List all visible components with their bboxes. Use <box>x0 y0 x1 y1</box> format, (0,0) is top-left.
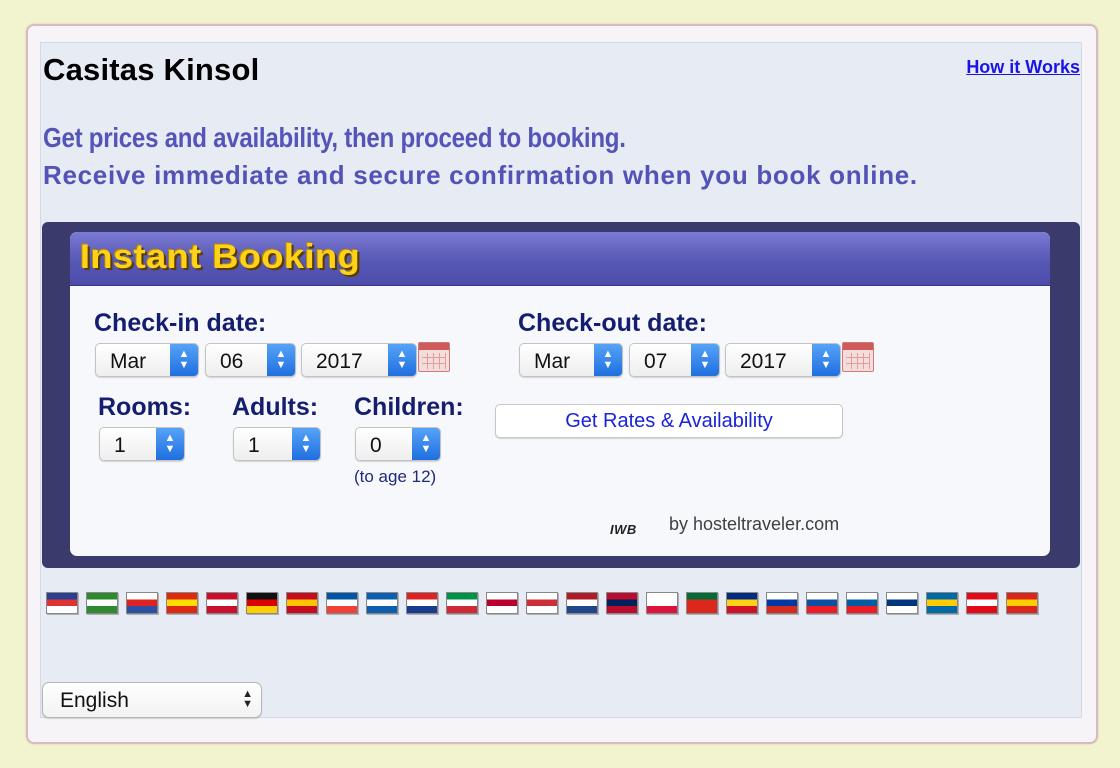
adults-label: Adults: <box>232 393 319 421</box>
byline-hosteltraveler: by hosteltraveler.com <box>669 514 840 534</box>
portugal-flag[interactable] <box>686 592 718 614</box>
spain-flag[interactable] <box>286 592 318 614</box>
children-value: 0 <box>370 434 382 457</box>
france-flag[interactable] <box>326 592 358 614</box>
headline-prices: Get prices and availability, then procee… <box>43 122 626 153</box>
rooms-value: 1 <box>114 434 126 457</box>
children-label: Children: <box>354 393 464 421</box>
chevron-updown-icon: ▲ ▼ <box>267 344 295 376</box>
checkin-year-select[interactable]: 2017 ▲ ▼ <box>301 343 417 377</box>
booking-widget-inner: Instant Booking <box>70 232 1050 556</box>
denmark-flag[interactable] <box>206 592 238 614</box>
checkin-day-select[interactable]: 06 ▲ ▼ <box>205 343 296 377</box>
chevron-updown-icon: ▲ ▼ <box>812 344 840 376</box>
chevron-updown-icon: ▲ ▼ <box>170 344 198 376</box>
iwb-logo: IWB <box>610 522 637 537</box>
chevron-updown-icon: ▲ ▼ <box>691 344 719 376</box>
adults-select[interactable]: 1 ▲ ▼ <box>233 427 321 461</box>
chevron-updown-icon: ▲ ▼ <box>388 344 416 376</box>
uk-flag[interactable] <box>46 592 78 614</box>
arabic-flag[interactable] <box>86 592 118 614</box>
rooms-label: Rooms: <box>98 393 192 421</box>
checkout-month-select[interactable]: Mar ▲ ▼ <box>519 343 623 377</box>
checkout-day-select[interactable]: 07 ▲ ▼ <box>629 343 720 377</box>
croatia-flag[interactable] <box>406 592 438 614</box>
russia-flag[interactable] <box>766 592 798 614</box>
chevron-updown-icon: ▲ ▼ <box>156 428 184 460</box>
checkout-calendar-icon[interactable] <box>842 342 874 372</box>
checkin-label: Check-in date: <box>94 309 267 337</box>
children-age-note: (to age 12) <box>354 467 437 486</box>
checkin-calendar-icon[interactable] <box>418 342 450 372</box>
china-flag[interactable] <box>166 592 198 614</box>
greece-flag[interactable] <box>366 592 398 614</box>
sweden-flag[interactable] <box>926 592 958 614</box>
czech-flag[interactable] <box>126 592 158 614</box>
checkout-label: Check-out date: <box>518 309 707 337</box>
checkin-month-value: Mar <box>110 350 147 373</box>
turkey-flag[interactable] <box>966 592 998 614</box>
booking-widget: Instant Booking <box>42 222 1080 568</box>
poland-flag[interactable] <box>646 592 678 614</box>
vietnam-flag[interactable] <box>1006 592 1038 614</box>
checkin-month-select[interactable]: Mar ▲ ▼ <box>95 343 199 377</box>
headline-confirmation: Receive immediate and secure confirmatio… <box>43 160 918 190</box>
germany-flag[interactable] <box>246 592 278 614</box>
korea-flag[interactable] <box>526 592 558 614</box>
checkin-day-value: 06 <box>220 350 244 373</box>
language-select[interactable]: English ▲ ▼ <box>42 682 262 718</box>
chevron-updown-icon: ▲ ▼ <box>292 428 320 460</box>
hostel-name: Casitas Kinsol <box>43 52 260 87</box>
how-it-works-link[interactable]: How it Works <box>966 57 1080 78</box>
get-rates-button[interactable]: Get Rates & Availability <box>495 404 843 438</box>
japan-flag[interactable] <box>486 592 518 614</box>
checkout-month-value: Mar <box>534 350 571 373</box>
netherlands-flag[interactable] <box>566 592 598 614</box>
chevron-updown-icon: ▲ ▼ <box>242 688 253 710</box>
checkout-year-value: 2017 <box>740 350 787 373</box>
language-value: English <box>60 689 129 712</box>
chevron-updown-icon: ▲ ▼ <box>594 344 622 376</box>
adults-value: 1 <box>248 434 260 457</box>
italy-flag[interactable] <box>446 592 478 614</box>
booking-title: Instant Booking <box>80 238 361 276</box>
language-flags <box>46 592 1038 614</box>
rooms-select[interactable]: 1 ▲ ▼ <box>99 427 185 461</box>
romania-flag[interactable] <box>726 592 758 614</box>
checkout-year-select[interactable]: 2017 ▲ ▼ <box>725 343 841 377</box>
slovakia-flag[interactable] <box>806 592 838 614</box>
chevron-updown-icon: ▲ ▼ <box>412 428 440 460</box>
children-select[interactable]: 0 ▲ ▼ <box>355 427 441 461</box>
norway-flag[interactable] <box>606 592 638 614</box>
checkout-day-value: 07 <box>644 350 668 373</box>
checkin-year-value: 2017 <box>316 350 363 373</box>
booking-header-bar: Instant Booking <box>70 232 1050 286</box>
slovenia-flag[interactable] <box>846 592 878 614</box>
finland-flag[interactable] <box>886 592 918 614</box>
